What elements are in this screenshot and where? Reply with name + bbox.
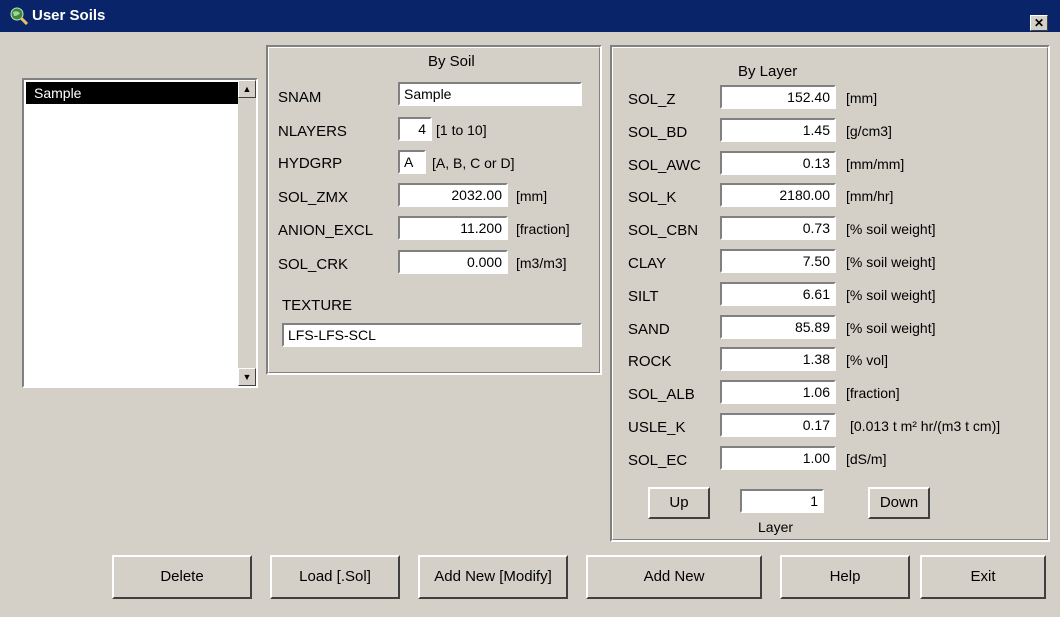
layer-row-label: SOL_BD — [628, 124, 688, 141]
layer-row-label: SAND — [628, 321, 670, 338]
layer-row-field[interactable]: 1.00 — [720, 446, 836, 470]
texture-field[interactable]: LFS-LFS-SCL — [282, 323, 582, 347]
layer-row-unit: [% soil weight] — [846, 320, 936, 336]
layer-row-field[interactable]: 0.17 — [720, 413, 836, 437]
layer-row-unit: [fraction] — [846, 385, 900, 401]
layer-row-label: ROCK — [628, 353, 672, 370]
help-button[interactable]: Help — [780, 555, 910, 599]
exit-button[interactable]: Exit — [920, 555, 1046, 599]
anion-excl-field[interactable]: 11.200 — [398, 216, 508, 240]
layer-row-unit: [mm/mm] — [846, 156, 905, 172]
layer-row-unit: [% soil weight] — [846, 287, 936, 303]
layer-row-label: SOL_EC — [628, 452, 688, 469]
layer-row-unit: [0.013 t m² hr/(m3 t cm)] — [850, 418, 1001, 434]
scroll-down-button[interactable]: ▼ — [238, 368, 256, 386]
hydgrp-hint: [A, B, C or D] — [432, 155, 515, 171]
layer-row-label: SOL_AWC — [628, 157, 701, 174]
down-button[interactable]: Down — [868, 487, 930, 519]
user-soils-window: User Soils ✕ Sample ▲ ▼ By Soil SNAM Sam… — [0, 0, 1060, 617]
layer-row-field[interactable]: 0.73 — [720, 216, 836, 240]
by-layer-title: By Layer — [738, 63, 798, 80]
sol-zmx-label: SOL_ZMX — [278, 189, 349, 206]
soil-list[interactable]: Sample ▲ ▼ — [22, 78, 258, 388]
layer-row-unit: [% soil weight] — [846, 221, 936, 237]
sol-crk-field[interactable]: 0.000 — [398, 250, 508, 274]
by-soil-title: By Soil — [428, 53, 475, 70]
layer-row-label: SILT — [628, 288, 659, 305]
layer-row-unit: [mm] — [846, 90, 878, 106]
title-bar: User Soils ✕ — [0, 0, 1060, 32]
hydgrp-field[interactable]: A — [398, 150, 426, 174]
texture-label: TEXTURE — [282, 297, 353, 314]
layer-row-label: SOL_ALB — [628, 386, 695, 403]
up-button[interactable]: Up — [648, 487, 710, 519]
layer-row-unit: [mm/hr] — [846, 188, 894, 204]
layer-row-field[interactable]: 2180.00 — [720, 183, 836, 207]
delete-button[interactable]: Delete — [112, 555, 252, 599]
snam-label: SNAM — [278, 89, 322, 106]
list-scrollbar[interactable]: ▲ ▼ — [238, 80, 256, 386]
nlayers-field[interactable]: 4 — [398, 117, 432, 141]
layer-row-field[interactable]: 1.06 — [720, 380, 836, 404]
window-title: User Soils — [32, 7, 106, 24]
layer-row-unit: [% soil weight] — [846, 254, 936, 270]
nlayers-hint: [1 to 10] — [436, 122, 487, 138]
layer-row-label: CLAY — [628, 255, 667, 272]
layer-row-label: SOL_CBN — [628, 222, 699, 239]
layer-row-field[interactable]: 85.89 — [720, 315, 836, 339]
close-icon: ✕ — [1033, 16, 1045, 30]
by-soil-panel: By Soil SNAM Sample NLAYERS 4 [1 to 10] … — [266, 45, 602, 375]
hydgrp-label: HYDGRP — [278, 155, 343, 172]
anion-excl-label: ANION_EXCL — [278, 222, 374, 239]
sol-crk-unit: [m3/m3] — [516, 255, 567, 271]
nlayers-label: NLAYERS — [278, 123, 347, 140]
by-layer-panel: By Layer SOL_Z 152.40 [mm] SOL_BD 1.45 [g/cm3… — [610, 45, 1050, 542]
sol-zmx-field[interactable]: 2032.00 — [398, 183, 508, 207]
snam-field[interactable]: Sample — [398, 82, 582, 106]
layer-row-unit: [g/cm3] — [846, 123, 892, 139]
layer-row-field[interactable]: 6.61 — [720, 282, 836, 306]
layer-row-field[interactable]: 7.50 — [720, 249, 836, 273]
arrow-down-icon: ▼ — [242, 372, 252, 382]
add-new-button[interactable]: Add New — [586, 555, 762, 599]
arrow-up-icon: ▲ — [242, 84, 252, 94]
layer-number-field[interactable]: 1 — [740, 489, 824, 513]
load-sol-button[interactable]: Load [.Sol] — [270, 555, 400, 599]
layer-row-label: SOL_Z — [628, 91, 676, 108]
layer-row-unit: [dS/m] — [846, 451, 887, 467]
layer-row-field[interactable]: 152.40 — [720, 85, 836, 109]
layer-row-field[interactable]: 0.13 — [720, 151, 836, 175]
add-new-modify-button[interactable]: Add New [Modify] — [418, 555, 568, 599]
layer-row-unit: [% vol] — [846, 352, 889, 368]
layer-row-field[interactable]: 1.45 — [720, 118, 836, 142]
sol-crk-label: SOL_CRK — [278, 256, 349, 273]
layer-row-label: SOL_K — [628, 189, 677, 206]
sol-zmx-unit: [mm] — [516, 188, 548, 204]
anion-excl-unit: [fraction] — [516, 221, 570, 237]
layer-row-label: USLE_K — [628, 419, 686, 436]
layer-caption: Layer — [758, 519, 794, 535]
close-button[interactable]: ✕ — [1030, 15, 1048, 31]
scroll-up-button[interactable]: ▲ — [238, 80, 256, 98]
globe-magnifier-icon — [10, 7, 28, 25]
list-item[interactable]: Sample — [26, 82, 238, 104]
layer-row-field[interactable]: 1.38 — [720, 347, 836, 371]
